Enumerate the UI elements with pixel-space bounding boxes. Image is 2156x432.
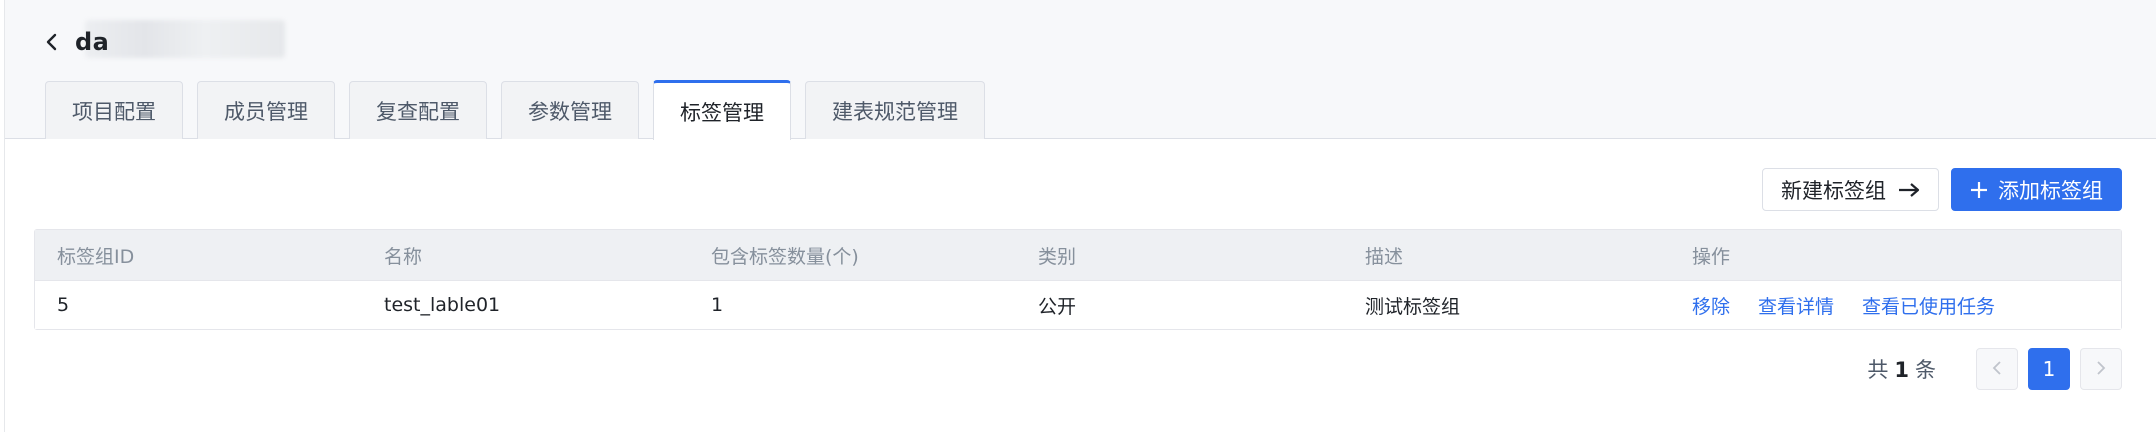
page-header: da 项目配置 成员管理 复查配置 参数管理 标签管理 建表规范管理 (5, 0, 2156, 140)
pagination: 共1条 1 (1867, 348, 2122, 390)
tab-label: 参数管理 (528, 99, 612, 124)
tab-member-management[interactable]: 成员管理 (197, 81, 335, 139)
column-header-count: 包含标签数量(个) (711, 245, 859, 268)
chevron-left-icon[interactable] (45, 33, 63, 51)
tab-label-management[interactable]: 标签管理 (653, 80, 791, 140)
cell-count: 1 (711, 294, 724, 316)
page-button-current[interactable]: 1 (2028, 348, 2070, 390)
remove-link[interactable]: 移除 (1692, 292, 1730, 319)
plus-icon (1970, 176, 1988, 204)
view-details-link[interactable]: 查看详情 (1758, 292, 1834, 319)
cell-id: 5 (57, 294, 70, 316)
column-header-actions: 操作 (1692, 245, 1731, 268)
column-header-id: 标签组ID (57, 245, 135, 268)
table-header-row: 标签组ID 名称 包含标签数量(个) 类别 描述 操作 (35, 230, 2121, 281)
new-label-group-label: 新建标签组 (1781, 178, 1886, 203)
add-label-group-button[interactable]: 添加标签组 (1951, 168, 2122, 211)
tab-bar: 项目配置 成员管理 复查配置 参数管理 标签管理 建表规范管理 (45, 79, 999, 140)
tab-label: 标签管理 (680, 100, 764, 125)
view-used-tasks-link[interactable]: 查看已使用任务 (1862, 292, 1995, 319)
column-header-category: 类别 (1038, 245, 1077, 268)
label-group-table: 标签组ID 名称 包含标签数量(个) 类别 描述 操作 5 test_lable… (34, 229, 2122, 330)
prev-page-button[interactable] (1976, 348, 2018, 390)
tab-label: 项目配置 (72, 99, 156, 124)
tab-table-spec-management[interactable]: 建表规范管理 (805, 81, 985, 139)
total-number: 1 (1894, 358, 1909, 382)
chevron-left-icon (1992, 357, 2002, 381)
arrow-right-icon (1898, 176, 1920, 204)
table-row: 5 test_lable01 1 公开 测试标签组 移除 查看详情 查看已使用任… (35, 281, 2121, 329)
project-title: da (75, 28, 110, 56)
column-header-description: 描述 (1365, 245, 1404, 268)
tab-project-config[interactable]: 项目配置 (45, 81, 183, 139)
toolbar: 新建标签组 添加标签组 (1762, 168, 2122, 211)
new-label-group-button[interactable]: 新建标签组 (1762, 168, 1939, 211)
total-count: 共1条 (1867, 354, 1936, 384)
total-prefix: 共 (1867, 358, 1889, 382)
column-header-name: 名称 (384, 245, 423, 268)
cell-description: 测试标签组 (1365, 295, 1461, 318)
tab-label: 建表规范管理 (832, 99, 958, 124)
tab-label: 复查配置 (376, 99, 460, 124)
redacted-title-region (85, 20, 285, 58)
back-row: da (45, 22, 109, 62)
add-label-group-label: 添加标签组 (1998, 178, 2103, 203)
tab-parameter-management[interactable]: 参数管理 (501, 81, 639, 139)
next-page-button[interactable] (2080, 348, 2122, 390)
cell-actions: 移除 查看详情 查看已使用任务 (1670, 281, 2123, 329)
tab-label: 成员管理 (224, 99, 308, 124)
cell-category: 公开 (1038, 295, 1077, 318)
cell-name: test_lable01 (384, 294, 501, 316)
total-suffix: 条 (1915, 358, 1936, 382)
chevron-right-icon (2096, 357, 2106, 381)
tab-review-config[interactable]: 复查配置 (349, 81, 487, 139)
